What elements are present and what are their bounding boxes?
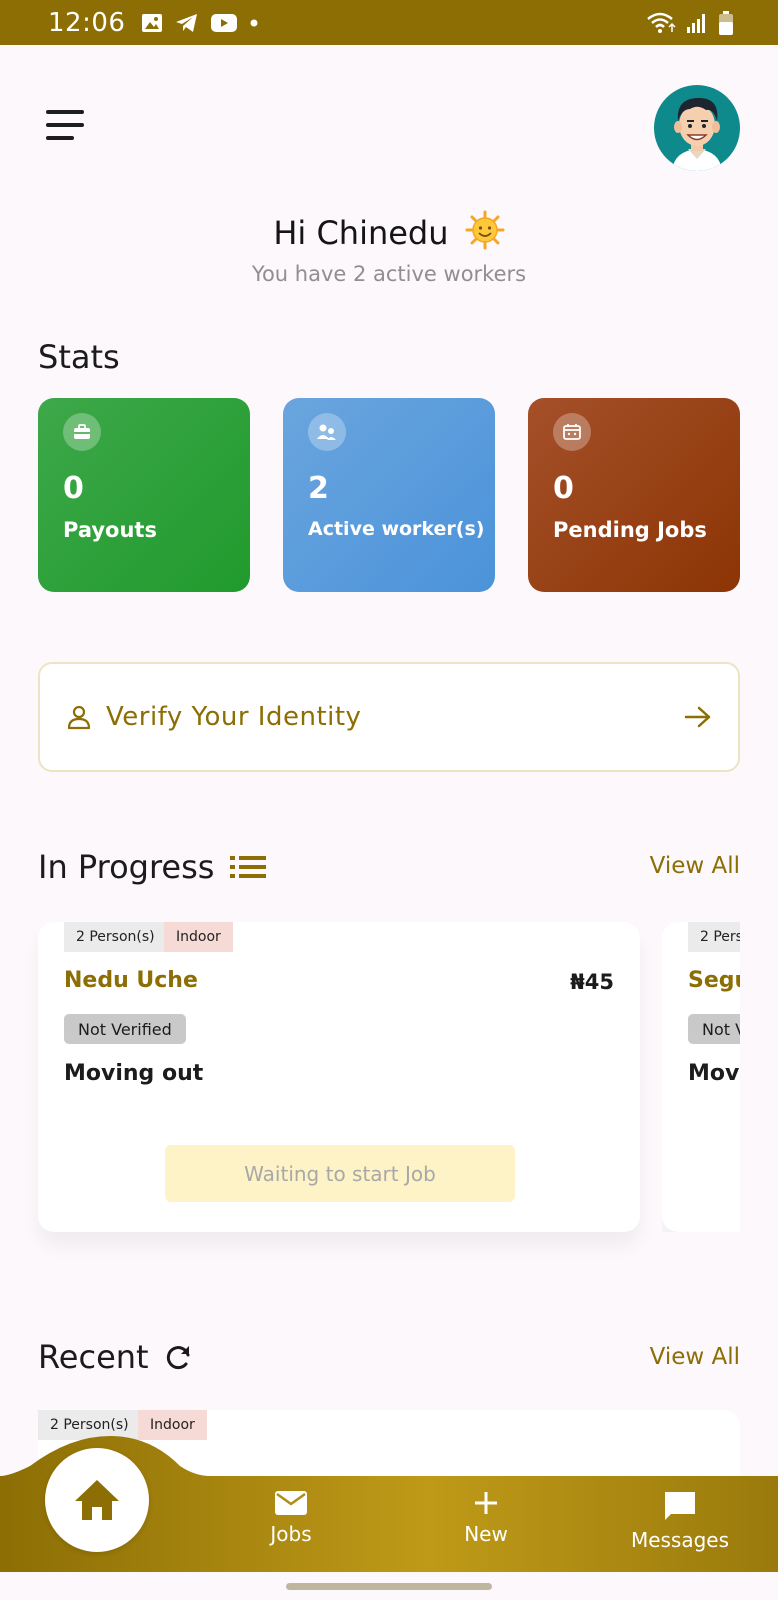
list-icon[interactable] [230,854,267,880]
nav-item-new[interactable]: New [426,1490,546,1546]
stat-card-payouts[interactable]: 0 Payouts [38,398,250,592]
nav-item-messages[interactable]: Messages [620,1490,740,1552]
job-type: Movi [688,1061,740,1086]
persons-tag: 2 Pers [688,922,740,952]
job-worker-name: Nedu Uche [64,968,198,993]
signal-icon [687,13,705,33]
nav-label: Jobs [270,1522,312,1546]
in-progress-title-text: In Progress [38,848,215,886]
home-button[interactable] [45,1448,149,1552]
greeting: Hi Chinedu [0,210,778,252]
stat-value: 0 [63,471,84,506]
verification-badge: Not Verified [64,1014,186,1044]
job-card-peek-clip: 2 Pers Segu Not V Movi [662,922,740,1232]
stat-card-active-workers[interactable]: 2 Active worker(s) [283,398,495,592]
gesture-bar [286,1583,492,1590]
stats-title: Stats [38,338,120,376]
status-bar: 12:06 [0,0,778,45]
avatar[interactable] [654,85,740,171]
battery-icon [719,10,733,35]
job-status-button[interactable]: Waiting to start Job [165,1145,515,1202]
nav-label: Messages [630,1528,730,1552]
recent-title: Recent [38,1338,193,1376]
hamburger-menu-icon[interactable] [46,110,84,140]
verify-identity-label: Verify Your Identity [106,702,362,732]
image-icon [142,13,163,32]
home-icon [75,1480,119,1520]
youtube-icon [211,13,238,32]
stat-label: Payouts [63,518,157,542]
job-price: ₦45 [570,970,614,994]
location-tag: Indoor [164,922,233,952]
plus-icon [475,1492,497,1514]
briefcase-icon [63,413,101,451]
job-type: Moving out [64,1061,204,1086]
job-card[interactable]: 2 Pers Segu Not V Movi [662,922,740,1232]
stat-value: 0 [553,471,574,506]
persons-tag: 2 Person(s) [64,922,167,952]
verification-badge: Not V [688,1014,740,1044]
stat-label: Active worker(s) [308,518,485,540]
recent-title-text: Recent [38,1338,149,1376]
greeting-subtitle: You have 2 active workers [251,262,527,286]
mail-icon [275,1491,307,1515]
avatar-man-icon [672,97,722,171]
telegram-icon [176,13,198,32]
verify-identity-button[interactable]: Verify Your Identity [38,662,740,772]
job-card[interactable]: 2 Person(s) Indoor Nedu Uche ₦45 Not Ver… [38,922,640,1232]
in-progress-title: In Progress [38,848,267,886]
users-icon [308,413,346,451]
wifi-icon [647,12,676,33]
arrow-right-icon [684,706,711,728]
stat-label: Pending Jobs [553,518,707,542]
in-progress-view-all-link[interactable]: View All [650,853,740,879]
user-icon [67,705,91,730]
dot-icon [250,19,258,26]
stat-card-pending-jobs[interactable]: 0 Pending Jobs [528,398,740,592]
nav-label: New [464,1522,508,1546]
status-time: 12:06 [48,7,126,38]
calendar-icon [553,413,591,451]
stat-value: 2 [308,471,329,506]
sun-emoji [465,210,505,250]
nav-item-jobs[interactable]: Jobs [231,1490,351,1546]
refresh-icon[interactable] [165,1343,193,1371]
chat-icon [665,1492,695,1520]
job-worker-name: Segu [688,968,740,993]
recent-view-all-link[interactable]: View All [650,1344,740,1370]
greeting-title: Hi Chinedu [273,214,449,252]
